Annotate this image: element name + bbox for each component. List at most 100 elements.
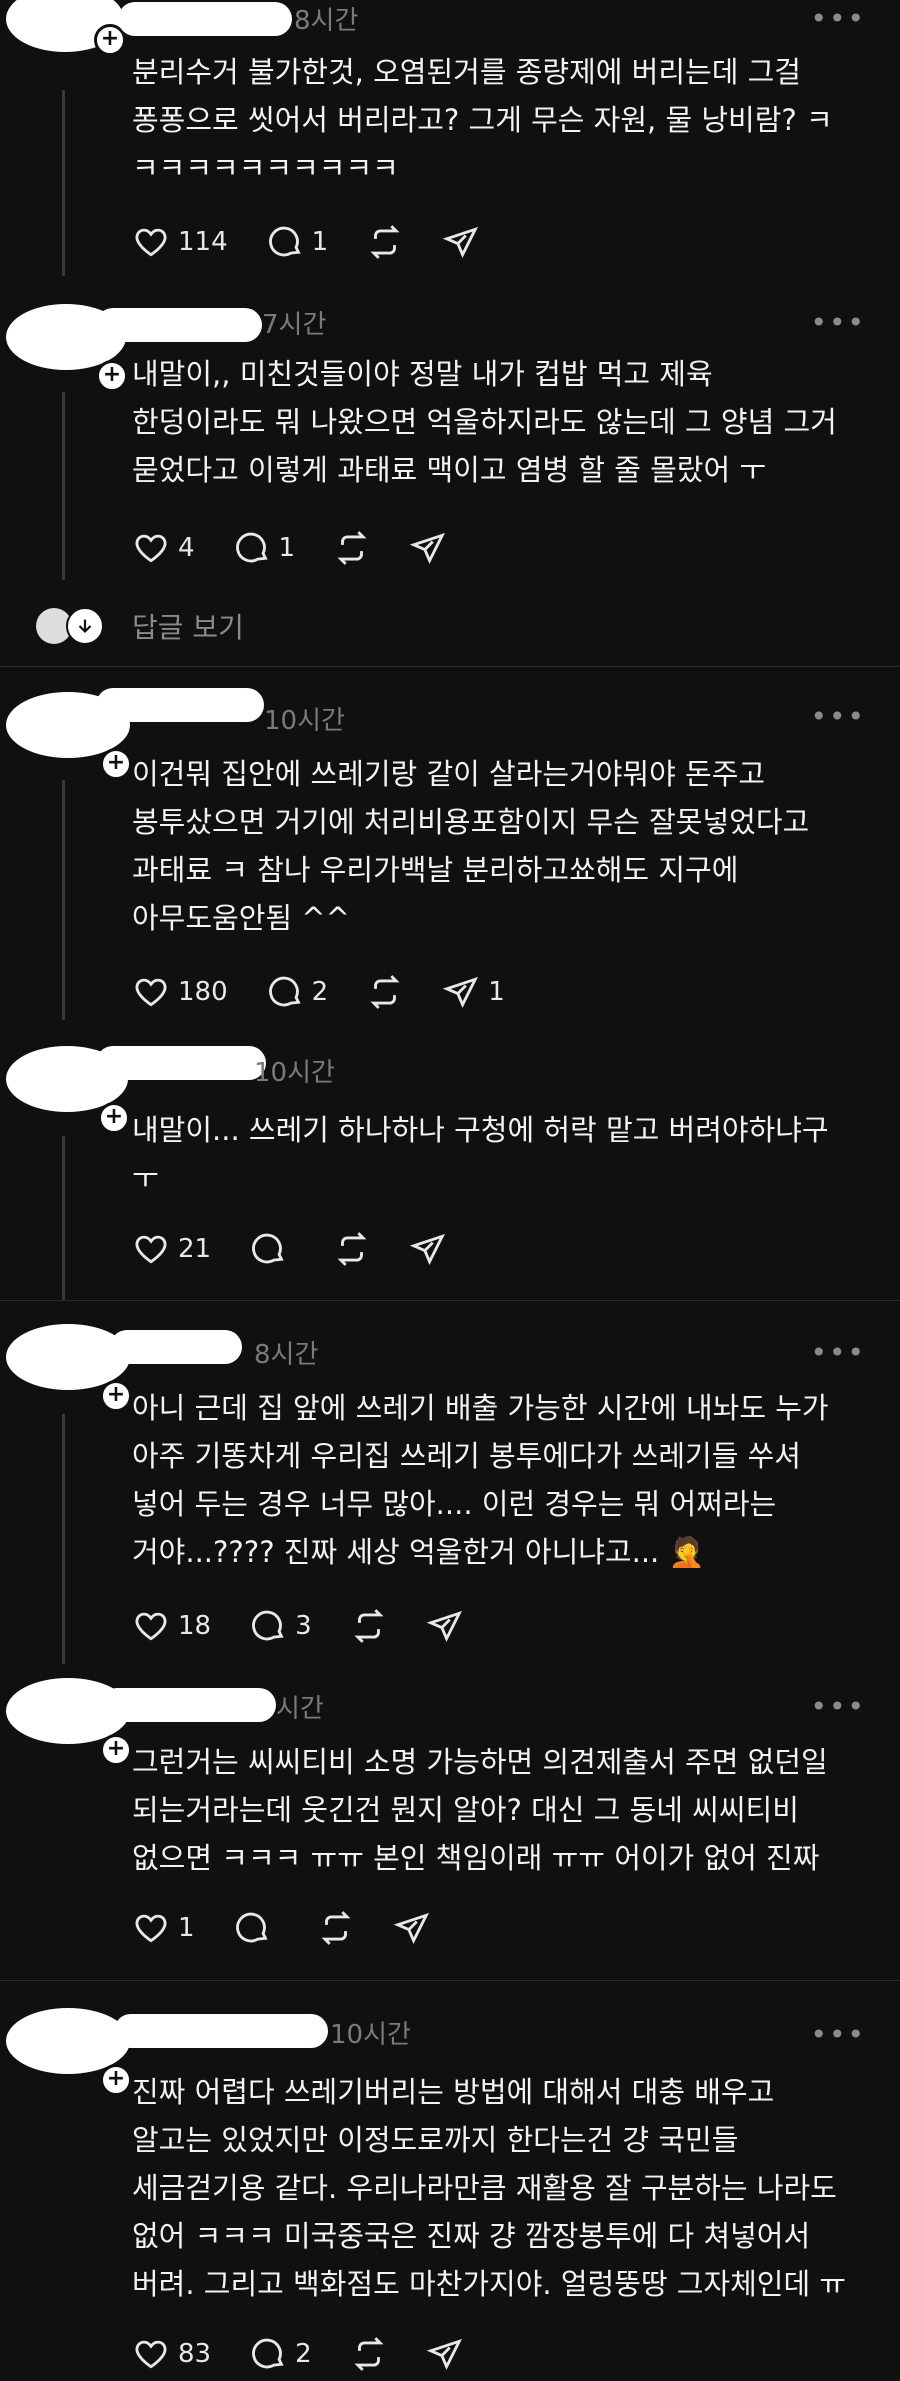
repost-button[interactable] — [350, 2335, 388, 2373]
send-icon — [442, 976, 479, 1009]
username-redacted[interactable] — [100, 1688, 276, 1722]
post-actions: 83 2 — [132, 2334, 510, 2374]
post: + 시간 ••• 그런거는 씨씨티비 소명 가능하면 의견제출서 주면 없던일 … — [0, 1674, 900, 1974]
comment-icon — [268, 226, 301, 257]
comment-icon — [268, 976, 301, 1007]
comment-button[interactable]: 1 — [233, 529, 296, 567]
post-text: 분리수거 불가한것, 오염된거를 종량제에 버리는데 그걸 퐁퐁으로 씻어서 버… — [132, 55, 833, 185]
like-count: 1 — [178, 1913, 195, 1943]
post-text: 진짜 어렵다 쓰레기버리는 방법에 대해서 대충 배우고 알고는 있었지만 이정… — [132, 2075, 847, 2301]
heart-icon — [135, 1235, 167, 1264]
repost-button[interactable] — [350, 1607, 388, 1645]
comment-icon — [235, 1912, 268, 1943]
like-button[interactable]: 21 — [132, 1230, 211, 1268]
comment-count: 2 — [295, 2339, 312, 2369]
post: + 8시간 ••• 아니 근데 집 앞에 쓰레기 배출 가능한 시간에 내놔도 … — [0, 1312, 900, 1682]
comment-button[interactable]: 3 — [249, 1607, 312, 1645]
send-icon — [426, 1610, 462, 1643]
share-button[interactable] — [442, 223, 488, 261]
share-button[interactable] — [409, 529, 455, 567]
post: + 7시간 ••• 내말이,, 미친것들이야 정말 내가 컵밥 먹고 제육 한덩… — [0, 290, 900, 610]
more-options-button[interactable]: ••• — [810, 700, 866, 733]
follow-plus-icon[interactable]: + — [100, 748, 132, 780]
view-replies-button[interactable]: 답글 보기 — [36, 606, 244, 646]
comment-icon — [252, 1233, 284, 1264]
like-button[interactable]: 114 — [132, 223, 228, 261]
divider — [0, 1980, 900, 1981]
username-redacted[interactable] — [96, 688, 264, 722]
comment-button[interactable]: 2 — [249, 2335, 312, 2373]
thread-line — [62, 392, 65, 580]
more-options-button[interactable]: ••• — [810, 1336, 866, 1369]
comment-count: 3 — [295, 1611, 312, 1641]
repost-icon — [370, 975, 400, 1009]
share-button[interactable] — [393, 1909, 439, 1947]
post-time: 8시간 — [254, 1340, 319, 1370]
follow-plus-icon[interactable]: + — [100, 2064, 132, 2096]
thread-line — [62, 1136, 65, 1300]
username-redacted[interactable] — [96, 1046, 266, 1080]
post-actions: 21 — [132, 1229, 493, 1269]
more-options-button[interactable]: ••• — [810, 306, 866, 339]
post-text: 내말이... 쓰레기 하나하나 구청에 허락 맡고 버려야하냐구 ㅜ — [132, 1113, 829, 1195]
avatar[interactable]: + — [6, 0, 126, 56]
post: + 8시간 ••• 분리수거 불가한것, 오염된거를 종량제에 버리는데 그걸 … — [0, 0, 900, 290]
like-button[interactable]: 18 — [132, 1607, 211, 1645]
post-time: 10시간 — [264, 706, 345, 736]
send-icon — [409, 1233, 446, 1266]
send-icon — [409, 532, 446, 565]
follow-plus-icon[interactable]: + — [98, 1102, 130, 1134]
follow-plus-icon[interactable]: + — [96, 360, 128, 392]
follow-plus-icon[interactable]: + — [100, 1734, 132, 1766]
avatar[interactable]: + — [6, 1324, 132, 1412]
repost-button[interactable] — [366, 223, 404, 261]
username-redacted[interactable] — [114, 2014, 328, 2048]
more-options-button[interactable]: ••• — [810, 2018, 866, 2051]
username-redacted[interactable] — [118, 2, 292, 36]
share-button[interactable] — [409, 1230, 455, 1268]
more-options-button[interactable]: ••• — [810, 2, 866, 35]
like-button[interactable]: 180 — [132, 973, 228, 1011]
heart-icon — [135, 1914, 167, 1943]
repost-button[interactable] — [317, 1909, 355, 1947]
share-button[interactable] — [426, 1607, 472, 1645]
divider — [0, 666, 900, 667]
post-actions: 180 2 1 — [132, 972, 543, 1012]
like-count: 4 — [178, 533, 195, 563]
follow-plus-icon[interactable]: + — [100, 1380, 132, 1412]
heart-icon — [135, 1612, 167, 1641]
more-options-button[interactable]: ••• — [810, 1690, 866, 1723]
repost-button[interactable] — [333, 529, 371, 567]
repost-icon — [337, 531, 367, 565]
avatar[interactable]: + — [6, 2008, 132, 2096]
post-text: 그런거는 씨씨티비 소명 가능하면 의견제출서 주면 없던일 되는거라는데 웃긴… — [132, 1745, 828, 1875]
comment-count: 1 — [278, 533, 296, 563]
repost-icon — [354, 1609, 384, 1643]
like-button[interactable]: 4 — [132, 529, 195, 567]
like-count: 18 — [178, 1611, 212, 1641]
comment-button[interactable] — [249, 1230, 295, 1268]
repost-button[interactable] — [366, 973, 404, 1011]
like-button[interactable]: 83 — [132, 2335, 211, 2373]
comment-count: 1 — [311, 227, 329, 257]
post-actions: 1 — [132, 1908, 477, 1948]
post-time: 10시간 — [330, 2020, 411, 2050]
comment-count: 2 — [311, 977, 329, 1007]
thread-line — [62, 90, 65, 276]
share-button[interactable] — [426, 2335, 472, 2373]
share-button[interactable]: 1 — [442, 973, 505, 1011]
post: + 10시간 내말이... 쓰레기 하나하나 구청에 허락 맡고 버려야하냐구 … — [0, 1040, 900, 1300]
comment-button[interactable]: 1 — [266, 223, 329, 261]
heart-icon — [135, 978, 167, 1007]
username-redacted[interactable] — [110, 1330, 242, 1364]
comment-button[interactable] — [233, 1909, 279, 1947]
comment-button[interactable]: 2 — [266, 973, 329, 1011]
send-icon — [442, 226, 479, 259]
post-time: 10시간 — [254, 1058, 335, 1088]
username-redacted[interactable] — [96, 308, 262, 342]
repost-button[interactable] — [333, 1230, 371, 1268]
comment-icon — [235, 532, 268, 563]
like-button[interactable]: 1 — [132, 1909, 195, 1947]
repost-icon — [337, 1232, 367, 1266]
repost-icon — [321, 1911, 351, 1945]
